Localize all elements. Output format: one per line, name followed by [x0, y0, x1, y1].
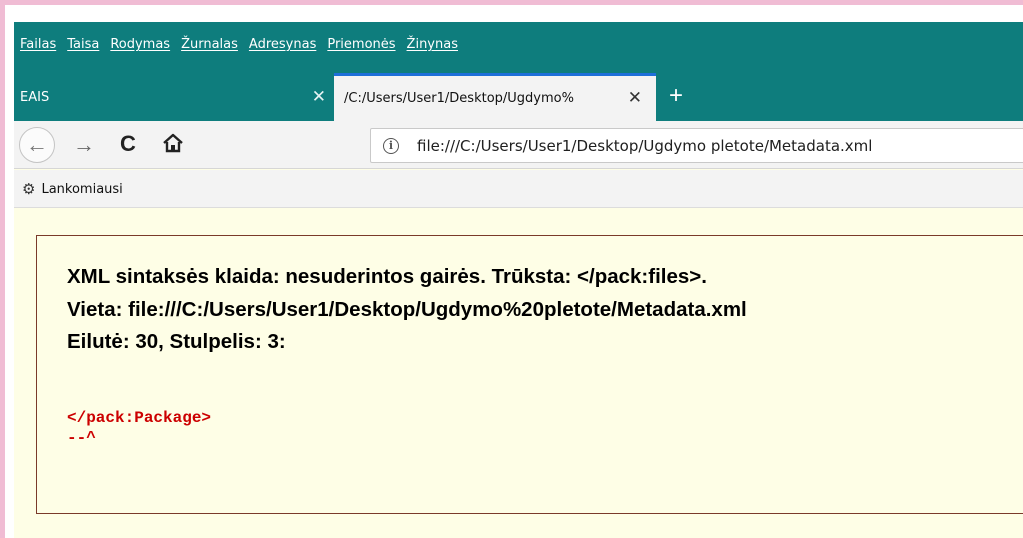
bookmark-lankomiausi[interactable]: ⚙ Lankomiausi: [22, 180, 123, 198]
menu-zurnalas[interactable]: Žurnalas: [181, 37, 238, 52]
error-source-line: </pack:Package>: [67, 409, 212, 427]
menu-taisa[interactable]: Taisa: [67, 37, 99, 52]
frame-border-top: [0, 0, 1023, 13]
error-position: Eilutė: 30, Stulpelis: 3:: [67, 330, 286, 353]
close-icon[interactable]: ✕: [628, 88, 642, 108]
tab-eais-title: EAIS: [20, 89, 50, 105]
menu-bar: Failas Taisa Rodymas Žurnalas Adresynas …: [14, 22, 1023, 73]
gear-icon: ⚙: [22, 180, 36, 198]
reload-icon[interactable]: C: [120, 131, 136, 157]
xml-error-box: XML sintaksės klaida: nesuderintos gairė…: [36, 235, 1023, 514]
bookmark-label: Lankomiausi: [41, 181, 123, 197]
error-message: XML sintaksės klaida: nesuderintos gairė…: [67, 265, 707, 288]
navigation-toolbar: ← → C i file:///C:/Users/User1/Desktop/U…: [14, 121, 1023, 169]
page-content: XML sintaksės klaida: nesuderintos gairė…: [14, 209, 1023, 538]
new-tab-plus-icon[interactable]: +: [669, 82, 683, 110]
frame-border-left: [0, 0, 5, 538]
forward-arrow-icon[interactable]: →: [73, 132, 95, 158]
tab-metadata-active[interactable]: /C:/Users/User1/Desktop/Ugdymo% ✕: [334, 73, 656, 121]
tab-active-title: /C:/Users/User1/Desktop/Ugdymo%: [344, 91, 574, 106]
menu-priemones[interactable]: Priemonės: [327, 37, 395, 52]
home-icon[interactable]: [162, 132, 184, 154]
bookmarks-toolbar: ⚙ Lankomiausi: [14, 170, 1023, 208]
error-location: Vieta: file:///C:/Users/User1/Desktop/Ug…: [67, 298, 747, 321]
tab-eais[interactable]: EAIS ✕: [14, 73, 332, 121]
url-text[interactable]: file:///C:/Users/User1/Desktop/Ugdymo pl…: [417, 137, 872, 155]
site-info-icon[interactable]: i: [383, 138, 399, 154]
menu-rodymas[interactable]: Rodymas: [110, 37, 170, 52]
error-caret-line: --^: [67, 429, 96, 447]
address-bar[interactable]: i file:///C:/Users/User1/Desktop/Ugdymo …: [370, 128, 1023, 163]
menu-failas[interactable]: Failas: [20, 37, 56, 52]
back-arrow-icon[interactable]: ←: [19, 127, 55, 163]
close-icon[interactable]: ✕: [312, 87, 326, 107]
menu-items: Failas Taisa Rodymas Žurnalas Adresynas …: [20, 37, 458, 52]
menu-zinynas[interactable]: Žinynas: [407, 37, 458, 52]
browser-window: Failas Taisa Rodymas Žurnalas Adresynas …: [14, 22, 1023, 538]
screenshot-frame: Failas Taisa Rodymas Žurnalas Adresynas …: [0, 0, 1023, 538]
tab-bar: EAIS ✕ /C:/Users/User1/Desktop/Ugdymo% ✕…: [14, 73, 1023, 121]
menu-adresynas[interactable]: Adresynas: [249, 37, 316, 52]
